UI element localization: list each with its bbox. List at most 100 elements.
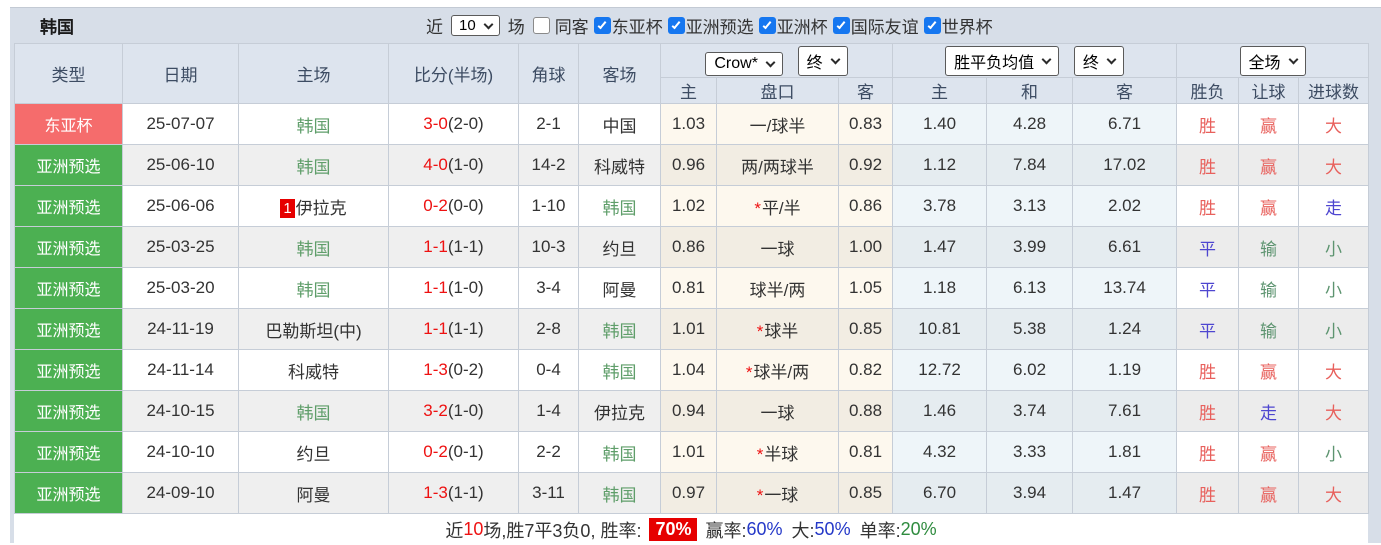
avg-draw: 6.13 <box>987 268 1073 309</box>
filter-controls: 近 10 场 同客 东亚杯亚洲预选亚洲杯国际友谊世界杯 <box>426 13 993 38</box>
home-team: 巴勒斯坦(中) <box>239 309 389 350</box>
fulltime-score: 1-3 <box>423 483 448 502</box>
corner-score: 10-3 <box>519 227 579 268</box>
near-count-select[interactable]: 10 <box>451 15 500 36</box>
col-avg-home: 主 <box>893 78 987 104</box>
same-away-checkbox[interactable] <box>533 17 550 34</box>
halftime-score: (1-1) <box>448 319 484 338</box>
avg-type-select[interactable]: 胜平负均值 <box>945 46 1059 76</box>
win-pct-value: 60% <box>747 519 783 540</box>
match-date: 24-11-19 <box>123 309 239 350</box>
corner-score: 3-4 <box>519 268 579 309</box>
avg-away: 1.19 <box>1073 350 1177 391</box>
result-handicap: 赢 <box>1239 473 1299 514</box>
near-label: 近 <box>426 13 443 38</box>
live-star: * <box>754 199 761 218</box>
matches-label: 场 <box>508 13 525 38</box>
avg-state-select[interactable]: 终 <box>1074 46 1124 76</box>
same-away-label: 同客 <box>555 13 589 38</box>
competition-checkbox[interactable] <box>594 17 611 34</box>
match-date: 25-07-07 <box>123 104 239 145</box>
score-cell: 3-0(2-0) <box>389 104 519 145</box>
odds-home: 1.02 <box>661 186 717 227</box>
halftime-score: (0-1) <box>448 442 484 461</box>
corner-score: 2-1 <box>519 104 579 145</box>
col-score: 比分(半场) <box>389 44 519 104</box>
team-title: 韩国 <box>40 13 74 38</box>
avg-away: 13.74 <box>1073 268 1177 309</box>
scope-select[interactable]: 全场 <box>1240 46 1306 76</box>
avg-draw: 3.74 <box>987 391 1073 432</box>
fulltime-score: 0-2 <box>423 196 448 215</box>
competition-checkbox[interactable] <box>668 17 685 34</box>
odds-away: 0.81 <box>839 432 893 473</box>
competition-label: 亚洲杯 <box>777 13 828 38</box>
match-date: 25-03-25 <box>123 227 239 268</box>
result-goals: 小 <box>1299 309 1369 350</box>
avg-home: 12.72 <box>893 350 987 391</box>
odds-home: 1.01 <box>661 309 717 350</box>
competition-badge: 亚洲预选 <box>15 309 123 350</box>
avg-away: 17.02 <box>1073 145 1177 186</box>
competition-badge: 亚洲预选 <box>15 227 123 268</box>
home-team-name: 韩国 <box>297 240 331 259</box>
away-team-name: 韩国 <box>603 363 637 382</box>
avg-home: 4.32 <box>893 432 987 473</box>
result-goals: 大 <box>1299 473 1369 514</box>
odds-state-select[interactable]: 终 <box>798 46 848 76</box>
checkmark-icon <box>837 20 846 29</box>
result-handicap: 赢 <box>1239 432 1299 473</box>
result-handicap: 赢 <box>1239 104 1299 145</box>
odds-away: 0.86 <box>839 186 893 227</box>
score-cell: 1-1(1-0) <box>389 268 519 309</box>
avg-select-cell: 胜平负均值 终 <box>893 44 1177 78</box>
match-row: 亚洲预选25-03-25韩国1-1(1-1)10-3约旦0.86一球1.001.… <box>15 227 1369 268</box>
win-rate-badge: 70% <box>649 518 697 541</box>
away-team-name: 约旦 <box>603 240 637 259</box>
match-date: 24-10-15 <box>123 391 239 432</box>
home-team-name: 韩国 <box>297 404 331 423</box>
home-team: 韩国 <box>239 391 389 432</box>
odds-home: 1.03 <box>661 104 717 145</box>
col-goals: 进球数 <box>1299 78 1369 104</box>
score-cell: 1-1(1-1) <box>389 309 519 350</box>
home-team: 韩国 <box>239 145 389 186</box>
avg-home: 3.78 <box>893 186 987 227</box>
corner-score: 1-4 <box>519 391 579 432</box>
odds-home: 0.86 <box>661 227 717 268</box>
halftime-score: (1-0) <box>448 278 484 297</box>
competition-checkbox[interactable] <box>924 17 941 34</box>
avg-away: 2.02 <box>1073 186 1177 227</box>
competition-checkbox[interactable] <box>833 17 850 34</box>
result-goals: 走 <box>1299 186 1369 227</box>
col-corner: 角球 <box>519 44 579 104</box>
checkmark-icon <box>763 20 772 29</box>
result-handicap: 赢 <box>1239 350 1299 391</box>
near-count-value: 10 <box>459 17 476 34</box>
match-row: 亚洲预选25-03-20韩国1-1(1-0)3-4阿曼0.81球半/两1.051… <box>15 268 1369 309</box>
match-date: 24-11-14 <box>123 350 239 391</box>
result-handicap: 输 <box>1239 268 1299 309</box>
competition-checkbox[interactable] <box>759 17 776 34</box>
handicap-line: *球半/两 <box>717 350 839 391</box>
stats-panel: 韩国 近 10 场 同客 东亚杯亚洲预选亚洲杯国际友谊世界杯 <box>10 7 1381 543</box>
col-odds-away: 客 <box>839 78 893 104</box>
result-goals: 小 <box>1299 268 1369 309</box>
avg-away: 1.24 <box>1073 309 1177 350</box>
competition-badge: 亚洲预选 <box>15 268 123 309</box>
away-team: 韩国 <box>579 473 661 514</box>
avg-draw: 7.84 <box>987 145 1073 186</box>
away-team: 韩国 <box>579 309 661 350</box>
fulltime-score: 1-1 <box>423 237 448 256</box>
odds-away: 0.92 <box>839 145 893 186</box>
avg-away: 7.61 <box>1073 391 1177 432</box>
home-team-name: 韩国 <box>297 158 331 177</box>
odds-company-select[interactable]: Crow* <box>705 52 783 76</box>
away-team-name: 阿曼 <box>603 281 637 300</box>
avg-home: 1.12 <box>893 145 987 186</box>
fulltime-score: 4-0 <box>423 155 448 174</box>
fulltime-score: 3-0 <box>423 114 448 133</box>
home-team: 阿曼 <box>239 473 389 514</box>
away-team: 中国 <box>579 104 661 145</box>
away-team: 韩国 <box>579 350 661 391</box>
